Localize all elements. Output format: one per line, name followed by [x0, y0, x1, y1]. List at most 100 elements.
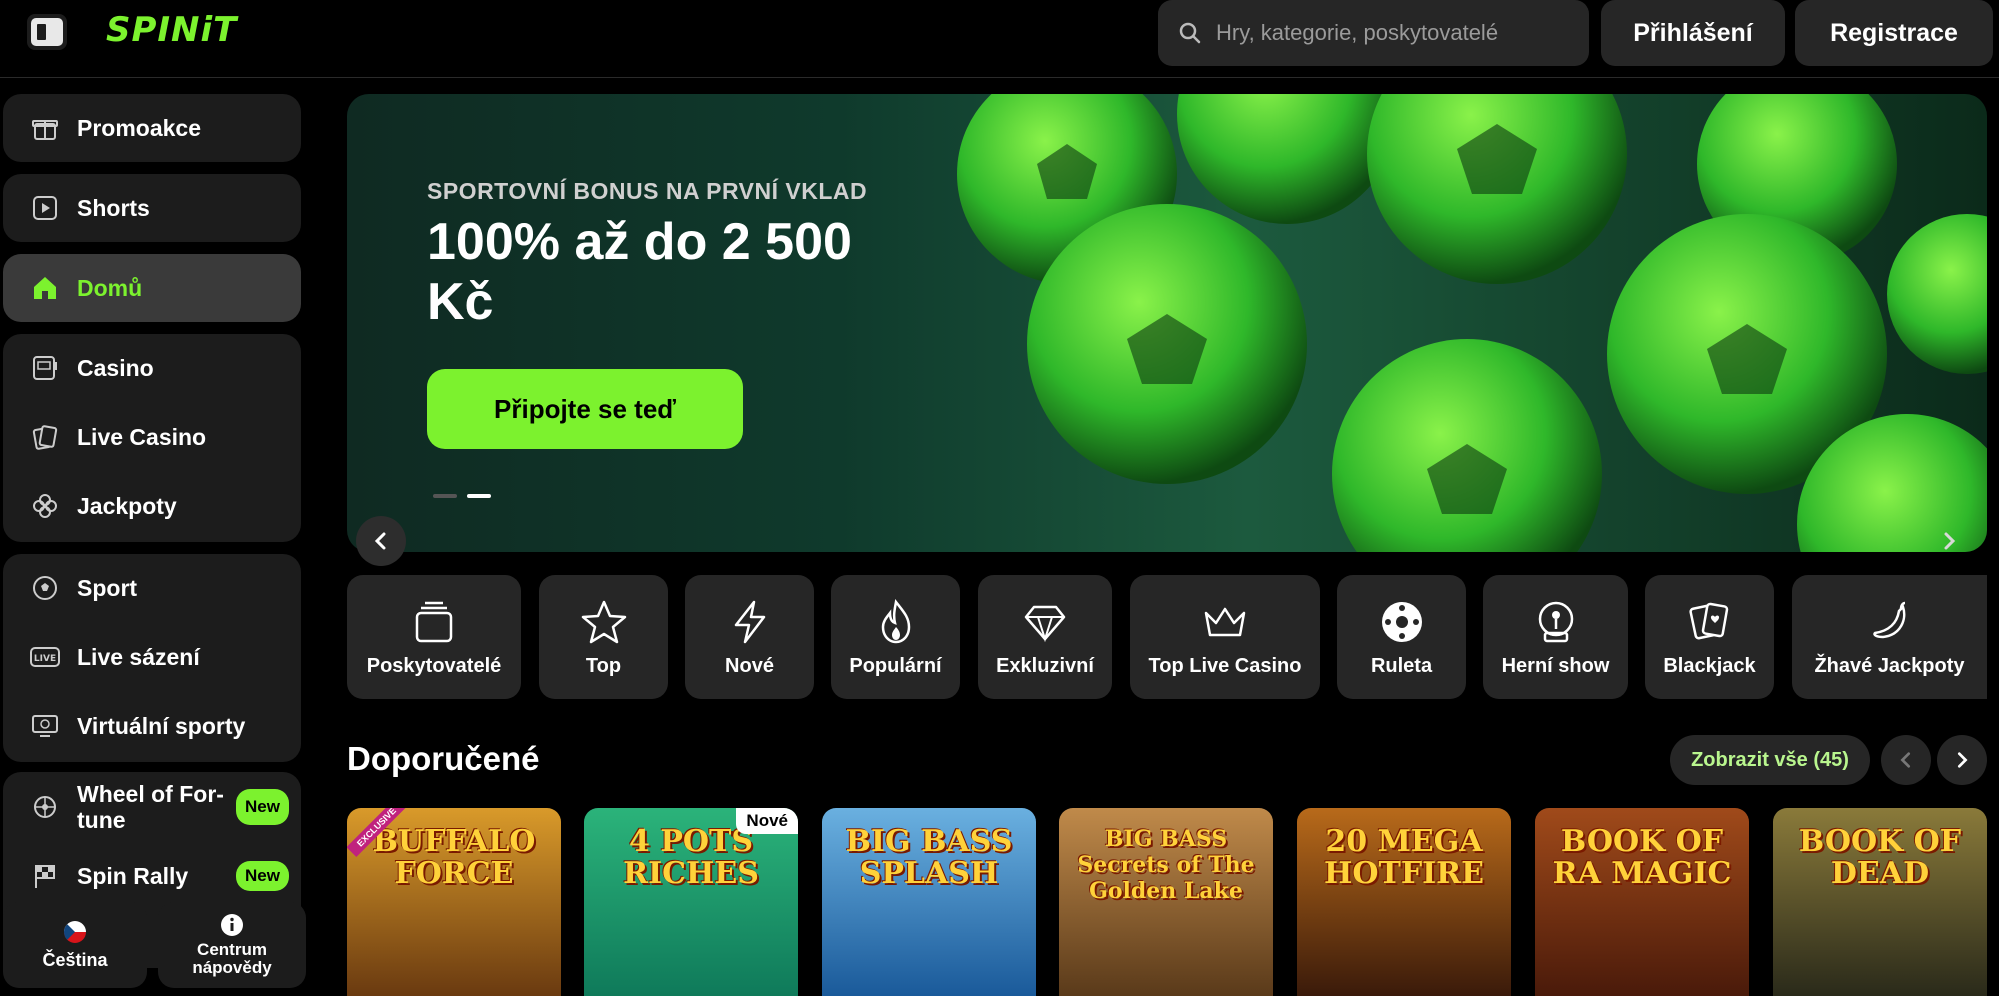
sidebar-toggle-button[interactable] — [27, 14, 67, 50]
category-top[interactable]: Top — [539, 575, 668, 699]
hero-next-button[interactable] — [1924, 516, 1974, 566]
carousel-dot-active[interactable] — [467, 494, 491, 498]
sidebar-item-promoakce[interactable]: Promoakce — [3, 94, 301, 162]
hero-prev-button[interactable] — [356, 516, 406, 566]
search-icon — [1179, 22, 1201, 44]
game-title: 4 POTS RICHES — [623, 824, 759, 891]
play-icon — [29, 192, 61, 224]
crown-icon — [1202, 597, 1248, 647]
sidebar-item-label: Jackpoty — [77, 492, 177, 519]
search-input[interactable] — [1216, 20, 1576, 46]
sidebar-item-sport[interactable]: Sport — [3, 554, 301, 622]
category-label: Žhavé Jackpoty — [1814, 654, 1965, 677]
recommended-next-button[interactable] — [1937, 735, 1987, 785]
category-popularni[interactable]: Populární — [831, 575, 960, 699]
see-all-button[interactable]: Zobrazit vše (45) — [1670, 735, 1870, 785]
category-label: Populární — [849, 654, 942, 677]
category-blackjack[interactable]: Blackjack — [1645, 575, 1774, 699]
slot-machine-icon — [29, 352, 61, 384]
game-tile[interactable]: BOOK OF DEAD — [1773, 808, 1987, 996]
login-button[interactable]: Přihlášení — [1601, 0, 1785, 66]
sidebar-item-spin-rally[interactable]: Spin Rally New — [3, 842, 301, 910]
game-tile[interactable]: 4 POTS RICHES Nové — [584, 808, 798, 996]
sidebar-item-label: Sport — [77, 574, 138, 601]
category-herni-show[interactable]: Herní show — [1483, 575, 1628, 699]
category-nove[interactable]: Nové — [685, 575, 814, 699]
sidebar-toggle-icon — [31, 18, 63, 46]
lightning-icon — [727, 597, 773, 647]
game-tile[interactable]: BIG BASS Secrets of The Golden Lake — [1059, 808, 1273, 996]
help-center-button[interactable]: Centrum nápovědy — [158, 902, 306, 988]
logo[interactable]: SPINiT — [106, 10, 237, 50]
sidebar-group-promo: Promoakce — [3, 94, 301, 162]
hero-kicker: SPORTOVNÍ BONUS NA PRVNÍ VKLAD — [427, 178, 868, 204]
category-top-live-casino[interactable]: Top Live Casino — [1130, 575, 1320, 699]
flame-icon — [873, 597, 919, 647]
new-badge: New — [236, 861, 289, 891]
category-label: Poskytovatelé — [366, 654, 502, 677]
sidebar-group-sport: Sport LIVE Live sázení Virtuální sporty — [3, 554, 301, 762]
carousel-dots — [433, 494, 491, 498]
sidebar-item-live-sazeni[interactable]: LIVE Live sázení — [3, 623, 301, 691]
carousel-dot[interactable] — [433, 494, 457, 498]
checkered-flag-icon — [29, 860, 61, 892]
category-zhave-jackpoty[interactable]: Žhavé Jackpoty — [1792, 575, 1987, 699]
playing-cards-icon — [1687, 597, 1733, 647]
sidebar-item-wheel-of-fortune[interactable]: Wheel of For-tune New — [3, 772, 301, 842]
sidebar-item-label: Casino — [77, 354, 154, 381]
chevron-left-icon — [1900, 752, 1911, 768]
join-now-button[interactable]: Připojte se teď — [427, 369, 743, 449]
search-bar[interactable] — [1158, 0, 1589, 66]
sidebar-item-casino[interactable]: Casino — [3, 334, 301, 402]
game-title: 20 MEGA HOTFIRE — [1324, 824, 1484, 891]
game-title: BIG BASS SPLASH — [845, 824, 1013, 891]
new-badge: New — [236, 789, 289, 825]
category-label: Nové — [725, 654, 774, 677]
sidebar: Promoakce Shorts Domů Casino Live Casino… — [0, 78, 310, 996]
sidebar-item-label: Promoakce — [77, 114, 202, 141]
help-label: Centrum nápovědy — [192, 940, 272, 977]
home-icon — [29, 272, 61, 304]
game-title: BUFFALO FORCE — [372, 824, 536, 891]
game-tile[interactable]: 20 MEGA HOTFIRE — [1297, 808, 1511, 996]
sidebar-item-label: Domů — [77, 274, 143, 301]
wheel-icon — [29, 791, 61, 823]
category-label: Blackjack — [1663, 654, 1756, 677]
live-icon: LIVE — [29, 641, 61, 673]
czech-flag-icon — [64, 920, 86, 943]
monitor-ball-icon — [29, 710, 61, 742]
sidebar-item-virtualni-sporty[interactable]: Virtuální sporty — [3, 692, 301, 760]
sidebar-item-shorts[interactable]: Shorts — [3, 174, 301, 242]
category-label: Exkluzivní — [996, 654, 1094, 677]
category-poskytovatele[interactable]: Poskytovatelé — [347, 575, 521, 699]
stack-icon — [411, 597, 457, 647]
sidebar-item-live-casino[interactable]: Live Casino — [3, 403, 301, 471]
register-button[interactable]: Registrace — [1795, 0, 1993, 66]
header: SPINiT Přihlášení Registrace — [0, 0, 1999, 78]
game-title: BOOK OF DEAD — [1798, 824, 1962, 891]
star-icon — [581, 597, 627, 647]
info-icon — [221, 914, 243, 936]
game-tile[interactable]: BIG BASS SPLASH — [822, 808, 1036, 996]
language-button[interactable]: Čeština — [3, 902, 147, 988]
hero-banner[interactable]: SPORTOVNÍ BONUS NA PRVNÍ VKLAD 100% až d… — [347, 94, 1987, 552]
game-tile[interactable]: BOOK OF RA MAGIC — [1535, 808, 1749, 996]
game-title: BIG BASS Secrets of The Golden Lake — [1077, 826, 1255, 904]
category-label: Top — [585, 654, 622, 677]
category-label: Ruleta — [1370, 654, 1433, 677]
sidebar-item-label: Wheel of For-tune — [77, 781, 224, 833]
sidebar-item-label: Live sázení — [77, 643, 200, 670]
sidebar-item-label: Live Casino — [77, 423, 207, 450]
diamond-icon — [1022, 597, 1068, 647]
new-badge: Nové — [736, 808, 798, 834]
roulette-icon — [1379, 597, 1425, 647]
sidebar-item-domu[interactable]: Domů — [3, 254, 301, 322]
game-tile[interactable]: BUFFALO FORCE EXCLUSIVE — [347, 808, 561, 996]
sidebar-item-label: Shorts — [77, 194, 150, 221]
game-title: BOOK OF RA MAGIC — [1552, 824, 1732, 891]
sidebar-item-label: Virtuální sporty — [77, 712, 246, 739]
category-exkluzivni[interactable]: Exkluzivní — [978, 575, 1112, 699]
recommended-prev-button[interactable] — [1881, 735, 1931, 785]
category-ruleta[interactable]: Ruleta — [1337, 575, 1466, 699]
sidebar-item-jackpoty[interactable]: Jackpoty — [3, 472, 301, 540]
